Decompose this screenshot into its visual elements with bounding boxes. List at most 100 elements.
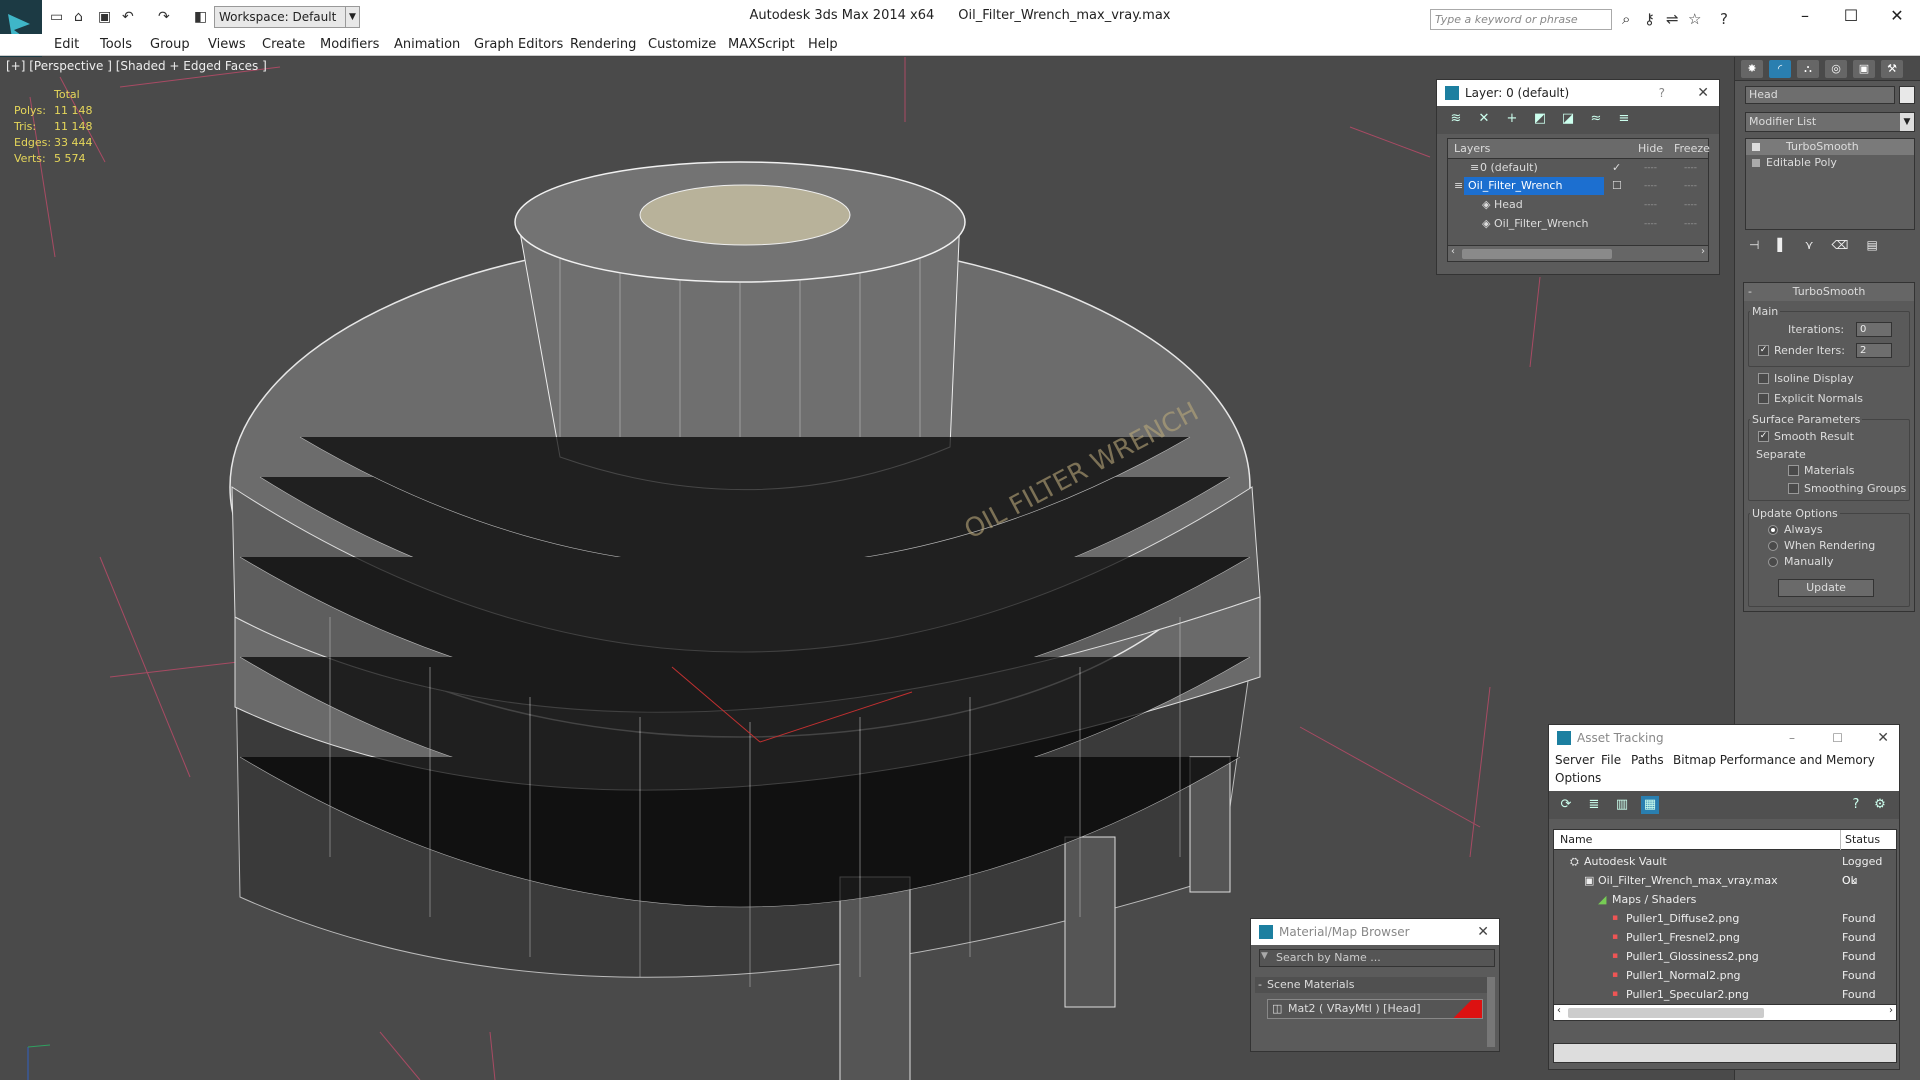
star-icon[interactable]: ☆ — [1688, 10, 1701, 28]
menu-rendering[interactable]: Rendering — [570, 37, 636, 52]
help-icon[interactable]: ? — [1720, 10, 1728, 28]
expand-icon[interactable] — [1752, 159, 1760, 167]
freeze-all-icon[interactable]: ≡ — [1615, 110, 1633, 128]
viewport-label[interactable]: [+] [Perspective ] [Shaded + Edged Faces… — [6, 59, 267, 73]
layer-row-default[interactable]: ≡ 0 (default) ✓ ---- ---- — [1448, 159, 1710, 177]
maximize-icon[interactable]: ☐ — [1828, 6, 1874, 28]
close-icon[interactable]: ✕ — [1697, 80, 1709, 106]
asset-window-titlebar[interactable]: Asset Tracking – ☐ ✕ — [1549, 725, 1899, 751]
hide-toggle[interactable]: ---- — [1644, 196, 1657, 214]
menu-tools[interactable]: Tools — [100, 37, 132, 52]
hide-toggle[interactable]: ---- — [1644, 177, 1657, 195]
list-view-icon[interactable]: ≣ — [1585, 796, 1603, 814]
asset-row[interactable]: ▪ Puller1_Fresnel2.png Found — [1554, 928, 1900, 947]
menu-paths[interactable]: Paths — [1631, 753, 1664, 767]
freeze-toggle[interactable]: ---- — [1684, 159, 1697, 177]
highlight-selected-icon[interactable]: ◪ — [1559, 110, 1577, 128]
minimize-icon[interactable]: – — [1789, 725, 1795, 751]
object-color-swatch[interactable] — [1899, 86, 1915, 104]
utilities-tab-icon[interactable]: ⚒ — [1881, 60, 1903, 78]
layer-row-oil-filter-wrench-object[interactable]: ◈ Oil_Filter_Wrench ---- ---- — [1448, 215, 1710, 233]
scroll-left-icon[interactable]: ‹ — [1451, 246, 1455, 257]
checkmark-icon[interactable]: ✓ — [1612, 159, 1621, 177]
object-name-field[interactable]: Head — [1745, 86, 1895, 104]
menu-animation[interactable]: Animation — [394, 37, 460, 52]
always-radio[interactable] — [1768, 525, 1778, 535]
menu-file[interactable]: File — [1601, 753, 1621, 767]
scroll-thumb[interactable] — [1462, 249, 1612, 259]
binoculars-icon[interactable]: ⌕ — [1622, 10, 1630, 28]
col-hide[interactable]: Hide — [1638, 139, 1663, 159]
material-search-input[interactable]: Search by Name ... — [1259, 949, 1495, 967]
menu-bitmap-performance[interactable]: Bitmap Performance and Memory — [1673, 753, 1875, 767]
menu-group[interactable]: Group — [150, 37, 190, 52]
asset-row[interactable]: ▪ Puller1_Diffuse2.png Found — [1554, 909, 1900, 928]
asset-horizontal-scrollbar[interactable]: ‹ › — [1554, 1004, 1896, 1020]
exchange-icon[interactable]: ⇌ — [1666, 10, 1679, 28]
hide-toggle[interactable]: ---- — [1644, 215, 1657, 233]
menu-edit[interactable]: Edit — [54, 37, 79, 52]
close-icon[interactable]: ✕ — [1477, 919, 1489, 945]
asset-row[interactable]: ⛭ Autodesk Vault Logged Ou — [1554, 852, 1900, 887]
vault-help-icon[interactable]: ? — [1847, 796, 1865, 814]
hide-toggle[interactable]: ---- — [1644, 159, 1657, 177]
display-tab-icon[interactable]: ▣ — [1853, 60, 1875, 78]
menu-customize[interactable]: Customize — [648, 37, 716, 52]
layer-horizontal-scrollbar[interactable]: ‹ › — [1448, 245, 1708, 261]
scene-materials-section[interactable]: - Scene Materials — [1255, 977, 1491, 993]
scroll-left-icon[interactable]: ‹ — [1557, 1005, 1561, 1016]
current-layer-box-icon[interactable]: ☐ — [1612, 177, 1622, 195]
close-icon[interactable]: ✕ — [1874, 6, 1920, 28]
menu-modifiers[interactable]: Modifiers — [320, 37, 379, 52]
asset-row[interactable]: ▪ Puller1_Glossiness2.png Found — [1554, 947, 1900, 966]
stack-item-turbosmooth[interactable]: TurboSmooth — [1746, 139, 1914, 155]
refresh-icon[interactable]: ⟳ — [1557, 796, 1575, 814]
table-view-icon[interactable]: ▦ — [1641, 796, 1659, 814]
layer-window-titlebar[interactable]: Layer: 0 (default) ? ✕ — [1437, 80, 1719, 106]
col-name[interactable]: Name — [1560, 830, 1592, 850]
create-tab-icon[interactable]: ✸ — [1741, 60, 1763, 78]
iterations-spinner[interactable]: 0 — [1856, 322, 1892, 337]
when-rendering-radio[interactable] — [1768, 541, 1778, 551]
create-layer-icon[interactable]: ≋ — [1447, 110, 1465, 128]
update-button[interactable]: Update — [1778, 579, 1874, 597]
menu-help[interactable]: Help — [808, 37, 838, 52]
menu-maxscript[interactable]: MAXScript — [728, 37, 795, 52]
motion-tab-icon[interactable]: ◎ — [1825, 60, 1847, 78]
search-input[interactable]: Type a keyword or phrase — [1430, 9, 1612, 30]
add-to-layer-icon[interactable]: + — [1503, 110, 1521, 128]
modify-tab-icon[interactable]: ◜ — [1769, 60, 1791, 78]
freeze-toggle[interactable]: ---- — [1684, 196, 1697, 214]
menu-options[interactable]: Options — [1555, 771, 1601, 785]
smooth-result-checkbox[interactable]: ✓ — [1758, 431, 1769, 442]
minimize-icon[interactable]: – — [1782, 6, 1828, 28]
isoline-display-checkbox[interactable] — [1758, 373, 1769, 384]
scroll-right-icon[interactable]: › — [1889, 1005, 1893, 1016]
materials-checkbox[interactable] — [1788, 465, 1799, 476]
material-item[interactable]: ◫ Mat2 ( VRayMtl ) [Head] — [1267, 999, 1483, 1019]
stack-item-editable-poly[interactable]: Editable Poly — [1746, 155, 1914, 171]
asset-row[interactable]: ▪ Puller1_Normal2.png Found — [1554, 966, 1900, 985]
menu-graph-editors[interactable]: Graph Editors — [474, 37, 563, 52]
help-icon[interactable]: ? — [1659, 80, 1665, 106]
remove-modifier-icon[interactable]: ⌫ — [1831, 238, 1848, 256]
rollout-header[interactable]: - TurboSmooth — [1744, 283, 1914, 301]
freeze-toggle[interactable]: ---- — [1684, 177, 1697, 195]
delete-layer-icon[interactable]: ✕ — [1475, 110, 1493, 128]
layer-row-oil-filter-wrench[interactable]: ≡ Oil_Filter_Wrench ☐ ---- ---- — [1448, 177, 1710, 195]
render-iters-checkbox[interactable]: ✓ — [1758, 345, 1769, 356]
settings-icon[interactable]: ⚙ — [1871, 796, 1889, 814]
scroll-right-icon[interactable]: › — [1701, 246, 1705, 257]
col-layers[interactable]: Layers — [1454, 139, 1490, 159]
render-iters-spinner[interactable]: 2 — [1856, 343, 1892, 358]
pin-stack-icon[interactable]: ⊣ — [1749, 238, 1759, 256]
configure-modifier-sets-icon[interactable]: ▤ — [1866, 238, 1877, 256]
hierarchy-tab-icon[interactable]: ⛬ — [1797, 60, 1819, 78]
explicit-normals-checkbox[interactable] — [1758, 393, 1769, 404]
freeze-toggle[interactable]: ---- — [1684, 215, 1697, 233]
menu-views[interactable]: Views — [208, 37, 246, 52]
hide-all-icon[interactable]: ≈ — [1587, 110, 1605, 128]
detail-view-icon[interactable]: ▥ — [1613, 796, 1631, 814]
show-end-result-icon[interactable]: ▌ — [1777, 238, 1786, 256]
close-icon[interactable]: ✕ — [1877, 725, 1889, 751]
